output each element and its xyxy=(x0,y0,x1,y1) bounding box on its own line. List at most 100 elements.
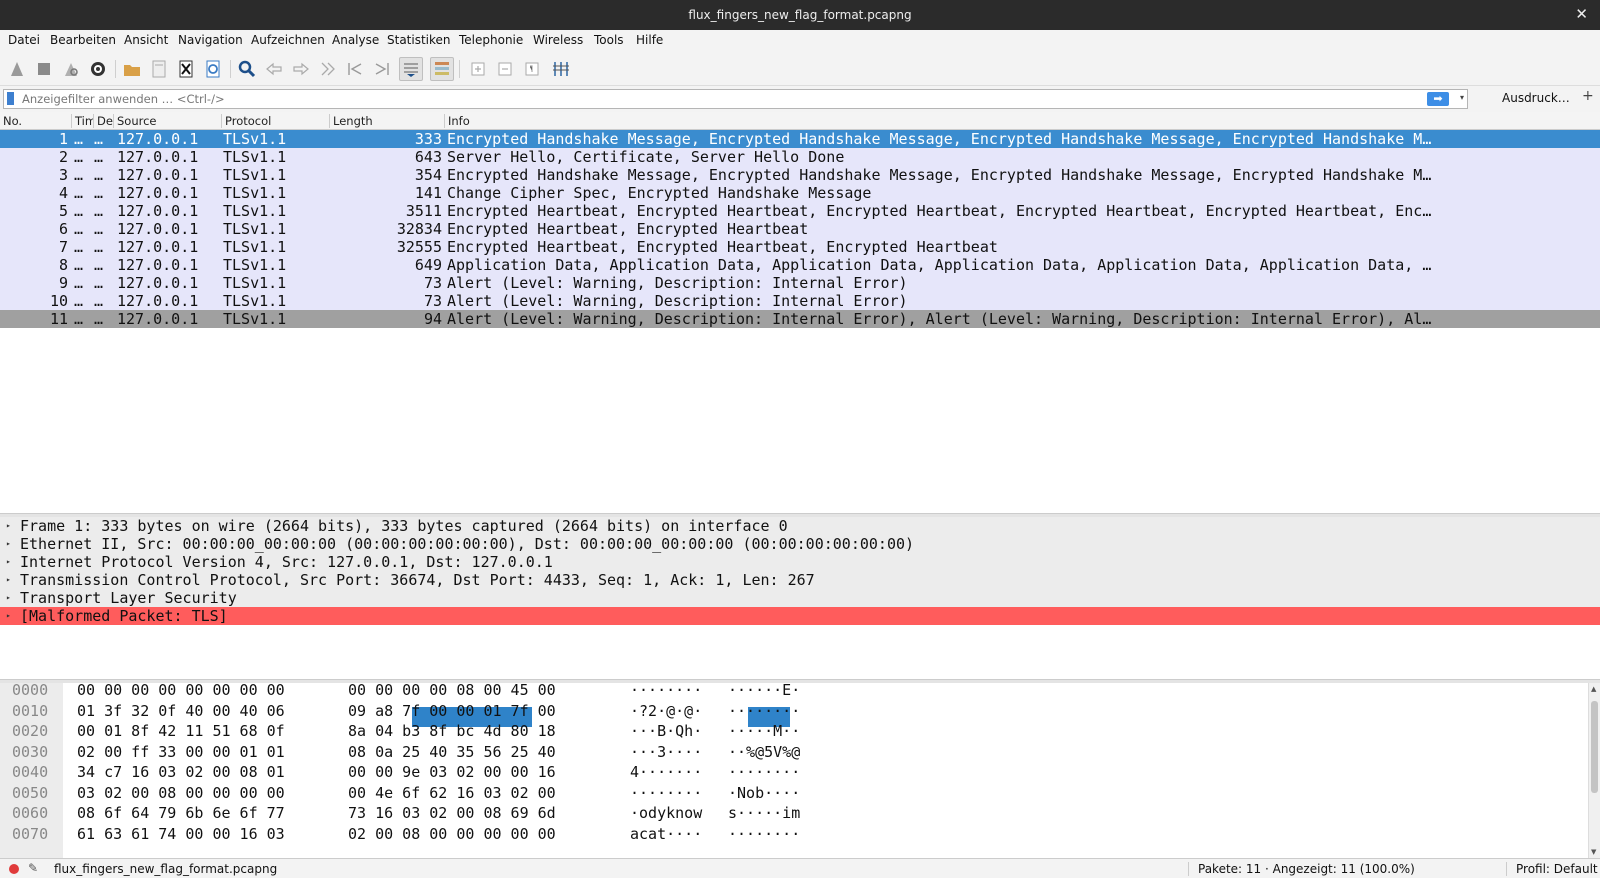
packet-cell-src: 127.0.0.1 xyxy=(117,220,199,238)
apply-filter-arrow-icon[interactable]: ➡ xyxy=(1427,92,1449,106)
autoscroll-icon[interactable] xyxy=(399,57,423,81)
search-icon[interactable] xyxy=(235,57,259,81)
column-header-no[interactable]: No. xyxy=(0,114,72,128)
packet-row[interactable]: 8 … … 127.0.0.1 TLSv1.1 649 Application Data, … xyxy=(0,256,1600,274)
packet-row[interactable]: 3 … … 127.0.0.1 TLSv1.1 354 Encrypted Handshak… xyxy=(0,166,1600,184)
packet-cell-len: 32834 xyxy=(396,220,442,238)
display-filter-input[interactable]: Anzeigefilter anwenden … <Ctrl-/> ➡ ▾ xyxy=(3,89,1468,109)
colorize-icon[interactable] xyxy=(430,57,454,81)
first-packet-icon[interactable] xyxy=(343,57,367,81)
detail-row[interactable]: ▸ Frame 1: 333 bytes on wire (2664 bits),… xyxy=(0,517,1600,535)
detail-row-malformed[interactable]: ▸ [Malformed Packet: TLS] xyxy=(0,607,1600,625)
detail-row[interactable]: ▸ Internet Protocol Version 4, Src: 127.0… xyxy=(0,553,1600,571)
status-separator xyxy=(1506,862,1507,876)
go-to-packet-icon[interactable] xyxy=(316,57,340,81)
scroll-down-icon[interactable]: ▼ xyxy=(1591,848,1596,856)
packet-row[interactable]: 7 … … 127.0.0.1 TLSv1.1 32555 Encrypted Heartb… xyxy=(0,238,1600,256)
bytes-hex1: 03 02 00 08 00 00 00 00 xyxy=(77,783,285,802)
menu-hilfe[interactable]: Hilfe xyxy=(636,33,663,47)
bytes-row[interactable]: 0040 34 c7 16 03 02 00 08 01 00 00 9e 03 0… xyxy=(0,762,1590,783)
bytes-row[interactable]: 0030 02 00 ff 33 00 00 01 01 08 0a 25 40 3… xyxy=(0,742,1590,763)
open-folder-icon[interactable] xyxy=(120,57,144,81)
stop-icon[interactable] xyxy=(32,57,56,81)
column-header-time[interactable]: Time xyxy=(72,114,94,128)
close-file-icon[interactable] xyxy=(174,57,198,81)
expand-arrow-icon[interactable]: ▸ xyxy=(6,589,11,607)
status-profile[interactable]: Profil: Default xyxy=(1516,862,1598,876)
go-back-icon[interactable] xyxy=(262,57,286,81)
expand-arrow-icon[interactable]: ▸ xyxy=(6,553,11,571)
packet-cell-no: 1 xyxy=(58,130,68,148)
column-header-protocol[interactable]: Protocol xyxy=(222,114,330,128)
scroll-up-icon[interactable]: ▲ xyxy=(1591,685,1596,693)
packet-cell-dst: … xyxy=(94,130,104,148)
column-header-length[interactable]: Length xyxy=(330,114,445,128)
detail-row[interactable]: ▸ Transport Layer Security xyxy=(0,589,1600,607)
packet-cell-info: Encrypted Heartbeat, Encrypted Heartbeat… xyxy=(447,238,998,256)
packet-cell-src: 127.0.0.1 xyxy=(117,130,199,148)
packet-cell-dst: … xyxy=(94,238,104,256)
menu-bearbeiten[interactable]: Bearbeiten xyxy=(50,33,116,47)
menu-aufzeichnen[interactable]: Aufzeichnen xyxy=(251,33,325,47)
zoom-in-icon[interactable] xyxy=(466,57,490,81)
gear-options-icon[interactable] xyxy=(86,57,110,81)
shark-fin-start-icon[interactable] xyxy=(5,57,29,81)
packet-cell-time: … xyxy=(74,310,84,328)
go-forward-icon[interactable] xyxy=(289,57,313,81)
bytes-hex2: 00 4e 6f 62 16 03 02 00 xyxy=(348,783,556,802)
packet-row[interactable]: 1 … … 127.0.0.1 TLSv1.1 333 Encrypted Handshak… xyxy=(0,130,1600,148)
expression-button[interactable]: Ausdruck… xyxy=(1502,91,1570,105)
packet-row[interactable]: 11 … … 127.0.0.1 TLSv1.1 94 Alert (Level: Warn… xyxy=(0,310,1600,328)
shark-fin-restart-icon[interactable] xyxy=(59,57,83,81)
zoom-out-icon[interactable] xyxy=(493,57,517,81)
packet-cell-proto: TLSv1.1 xyxy=(223,148,287,166)
packet-row[interactable]: 6 … … 127.0.0.1 TLSv1.1 32834 Encrypted Heartb… xyxy=(0,220,1600,238)
save-file-icon[interactable] xyxy=(147,57,171,81)
packet-row[interactable]: 10 … … 127.0.0.1 TLSv1.1 73 Alert (Level: Warn… xyxy=(0,292,1600,310)
bytes-asc1: 4······· xyxy=(630,763,703,781)
menu-navigation[interactable]: Navigation xyxy=(178,33,243,47)
reload-icon[interactable] xyxy=(201,57,225,81)
menu-tools[interactable]: Tools xyxy=(594,33,624,47)
menu-datei[interactable]: Datei xyxy=(8,33,40,47)
add-filter-button-icon[interactable]: + xyxy=(1582,88,1594,104)
expand-arrow-icon[interactable]: ▸ xyxy=(6,535,11,553)
bytes-row[interactable]: 0020 00 01 8f 42 11 51 68 0f 8a 04 b3 8f b… xyxy=(0,721,1590,742)
zoom-normal-icon[interactable] xyxy=(520,57,544,81)
expert-info-icon[interactable] xyxy=(9,864,19,874)
menu-statistiken[interactable]: Statistiken xyxy=(387,33,451,47)
packet-cell-dst: … xyxy=(94,184,104,202)
packet-list: 1…… 127.0.0.1 TLSv1.1 333 Encrypted Handshak… xyxy=(0,130,1600,513)
bytes-row[interactable]: 0070 61 63 61 74 00 00 16 03 02 00 08 00 0… xyxy=(0,824,1590,845)
packet-cell-src: 127.0.0.1 xyxy=(117,292,199,310)
packet-row[interactable]: 9 … … 127.0.0.1 TLSv1.1 73 Alert (Level: Warni… xyxy=(0,274,1600,292)
expand-arrow-icon[interactable]: ▸ xyxy=(6,607,11,625)
column-header-info[interactable]: Info xyxy=(445,114,1600,128)
detail-row[interactable]: ▸ Ethernet II, Src: 00:00:00_00:00:00 (00… xyxy=(0,535,1600,553)
bytes-row[interactable]: 0050 03 02 00 08 00 00 00 00 00 4e 6f 62 1… xyxy=(0,783,1590,804)
detail-row[interactable]: ▸ Transmission Control Protocol, Src Port… xyxy=(0,571,1600,589)
packet-row[interactable]: 4 … … 127.0.0.1 TLSv1.1 141 Change Cipher Spec… xyxy=(0,184,1600,202)
resize-columns-icon[interactable] xyxy=(549,57,573,81)
bytes-scrollbar[interactable]: ▲ ▼ xyxy=(1588,683,1600,858)
capture-comment-icon[interactable]: ✎ xyxy=(28,861,38,875)
bytes-row[interactable]: 0000 00 00 00 00 00 00 00 00 00 00 00 00 0… xyxy=(0,680,1590,701)
last-packet-icon[interactable] xyxy=(370,57,394,81)
filter-placeholder: Anzeigefilter anwenden … <Ctrl-/> xyxy=(22,92,225,106)
scrollbar-thumb[interactable] xyxy=(1591,701,1598,793)
column-header-destination[interactable]: Destination xyxy=(94,114,114,128)
filter-history-dropdown-icon[interactable]: ▾ xyxy=(1460,93,1464,102)
menu-analyse[interactable]: Analyse xyxy=(332,33,379,47)
bookmark-icon[interactable] xyxy=(7,92,14,105)
menu-telephonie[interactable]: Telephonie xyxy=(459,33,523,47)
packet-row[interactable]: 5 … … 127.0.0.1 TLSv1.1 3511 Encrypted Heartbe… xyxy=(0,202,1600,220)
bytes-row[interactable]: 0060 08 6f 64 79 6b 6e 6f 77 73 16 03 02 0… xyxy=(0,803,1590,824)
expand-arrow-icon[interactable]: ▸ xyxy=(6,517,11,535)
bytes-row[interactable]: 0010 01 3f 32 0f 40 00 40 06 09 a8 7f 00 0… xyxy=(0,701,1590,722)
column-header-source[interactable]: Source xyxy=(114,114,222,128)
expand-arrow-icon[interactable]: ▸ xyxy=(6,571,11,589)
menu-wireless[interactable]: Wireless xyxy=(533,33,583,47)
menu-ansicht[interactable]: Ansicht xyxy=(124,33,168,47)
packet-row[interactable]: 2 … … 127.0.0.1 TLSv1.1 643 Server Hello, Cert… xyxy=(0,148,1600,166)
close-window-icon[interactable]: ✕ xyxy=(1575,5,1588,23)
